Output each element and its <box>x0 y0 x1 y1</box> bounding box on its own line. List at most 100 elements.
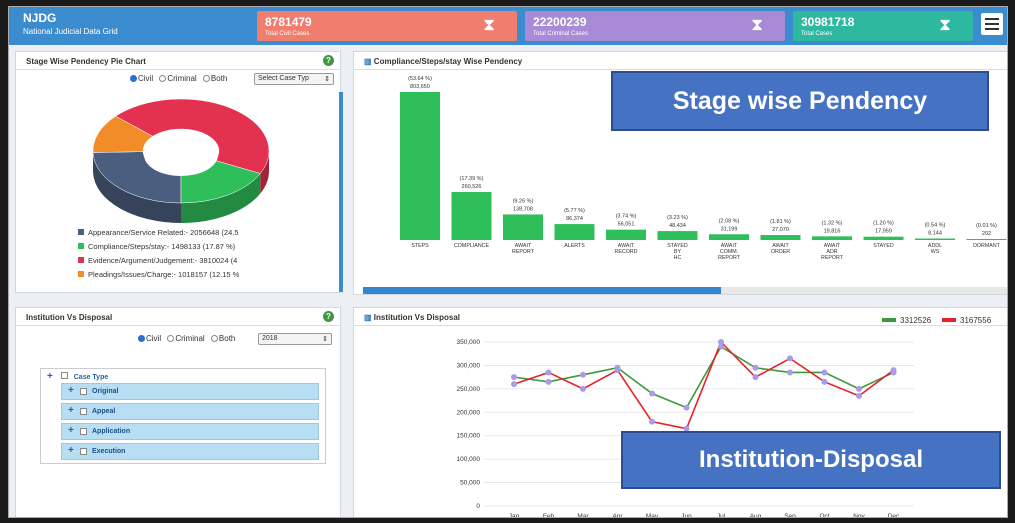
pie-legend-item[interactable]: Appearance/Service Related:- 2056648 (24… <box>78 228 239 237</box>
stat-total-cases[interactable]: 30981718 Total Cases ⧗ <box>793 11 973 41</box>
select-value: Select Case Typ <box>258 75 309 82</box>
tree-item-application[interactable]: + Application <box>61 423 319 440</box>
bar-value-label: 803,650 <box>410 84 430 90</box>
tree-item-original[interactable]: + Original <box>61 383 319 400</box>
brand-title: NJDG <box>23 11 57 25</box>
plus-icon[interactable]: + <box>68 425 74 436</box>
y-tick-label: 50,000 <box>460 480 480 487</box>
x-tick-label: Apr <box>612 513 623 518</box>
checkbox[interactable] <box>80 408 87 415</box>
institution-panel-title: Institution Vs Disposal <box>26 313 113 322</box>
x-tick-label: Feb <box>543 513 555 518</box>
plus-icon[interactable]: + <box>68 405 74 416</box>
bar-percent-label: (2.08 %) <box>719 218 740 224</box>
bar-category-label: ALERTS <box>564 243 585 249</box>
radio-civil[interactable]: Civil <box>130 74 153 83</box>
bar-category-label: ORDER <box>771 249 790 255</box>
institution-disposal-overlay: Institution-Disposal <box>621 431 1001 489</box>
stat-label: Total Cases <box>801 31 833 37</box>
tree-item-execution[interactable]: + Execution <box>61 443 319 460</box>
scroll-thumb[interactable] <box>363 287 721 294</box>
bar-percent-label: (3.74 %) <box>616 214 637 220</box>
bar-percent-label: (0.01 %) <box>976 223 997 229</box>
x-tick-label: Oct <box>819 513 829 518</box>
year-select[interactable]: 2018 ⇕ <box>258 333 332 345</box>
plus-icon[interactable]: + <box>68 445 74 456</box>
bar-value-label: 138,708 <box>513 206 533 212</box>
legend-label: 3167556 <box>960 316 992 325</box>
legend-swatch <box>78 229 84 235</box>
data-point <box>683 404 690 411</box>
y-tick-label: 150,000 <box>457 433 481 440</box>
pie-chart <box>92 98 270 223</box>
hourglass-icon: ⧗ <box>939 15 951 34</box>
menu-icon[interactable] <box>981 13 1003 35</box>
pie-panel-title: Stage Wise Pendency Pie Chart <box>26 57 146 66</box>
data-point <box>787 355 793 362</box>
pie-panel-header: Stage Wise Pendency Pie Chart ? <box>16 52 340 70</box>
data-point <box>580 371 586 378</box>
data-point <box>787 369 793 376</box>
bar-percent-label: (5.77 %) <box>564 208 585 214</box>
bar-percent-label: (9.26 %) <box>513 198 534 204</box>
bar-value-label: 17,959 <box>875 229 892 235</box>
bar-category-label: HC <box>674 255 682 261</box>
bar-value-label: 56,051 <box>618 222 635 228</box>
plus-icon[interactable]: + <box>68 385 74 396</box>
radio-criminal[interactable]: Criminal <box>159 74 197 83</box>
pie-legend-item[interactable]: Pleadings/Issues/Charge:- 1018157 (12.15… <box>78 270 239 279</box>
institution-filter-panel: Institution Vs Disposal ? Civil Criminal… <box>15 307 341 517</box>
brand[interactable]: NJDG National Judicial Data Grid <box>23 11 118 36</box>
help-icon[interactable]: ? <box>323 311 334 322</box>
select-value: 2018 <box>262 335 278 342</box>
radio-criminal[interactable]: Criminal <box>167 334 205 343</box>
bar <box>709 234 749 240</box>
bar <box>554 224 595 240</box>
x-tick-label: Jan <box>509 513 520 518</box>
bar-percent-label: (3.23 %) <box>667 215 688 221</box>
help-icon[interactable]: ? <box>323 55 334 66</box>
stage-wise-pendency-overlay: Stage wise Pendency <box>611 71 989 131</box>
horizontal-scrollbar[interactable] <box>363 287 1007 294</box>
case-type-tree: + Case Type + Original + Appeal + Applicati… <box>40 368 326 464</box>
bar-value-label: 86,374 <box>566 216 583 222</box>
data-point <box>856 385 862 392</box>
case-type-select[interactable]: Select Case Typ ⇕ <box>254 73 334 85</box>
radio-label: Criminal <box>167 74 197 83</box>
radio-both[interactable]: Both <box>202 74 227 83</box>
x-tick-label: Jun <box>681 513 692 518</box>
x-tick-label: Jul <box>717 513 726 518</box>
y-tick-label: 300,000 <box>457 362 481 369</box>
x-tick-label: Aug <box>750 513 762 518</box>
data-point <box>580 385 586 392</box>
bar-category-label: STEPS <box>411 243 429 249</box>
bar-value-label: 260,526 <box>462 184 482 190</box>
tree-root[interactable]: + Case Type <box>47 371 108 382</box>
scrollbar[interactable] <box>339 92 343 292</box>
bar-panel-title: Compliance/Steps/stay Wise Pendency <box>373 57 523 66</box>
stat-total-criminal[interactable]: 22200239 Total Criminal Cases ⧗ <box>525 11 785 41</box>
pie-legend-item[interactable]: Evidence/Argument/Judgement:- 3810024 (4 <box>78 256 237 265</box>
radio-label: Civil <box>138 74 154 83</box>
checkbox[interactable] <box>80 448 87 455</box>
y-tick-label: 350,000 <box>457 339 481 346</box>
tree-item-label: Application <box>92 428 131 435</box>
case-type-radios: Civil Criminal Both <box>138 334 239 343</box>
radio-civil[interactable]: Civil <box>138 334 161 343</box>
data-point <box>614 367 621 374</box>
bar-category-label: WS <box>931 249 940 255</box>
checkbox[interactable] <box>60 372 68 379</box>
pie-legend-item[interactable]: Compliance/Steps/stay:- 1498133 (17.87 %… <box>78 242 235 251</box>
data-point <box>752 374 759 381</box>
stat-total-civil[interactable]: 8781479 Total Civil Cases ⧗ <box>257 11 517 41</box>
bar-value-label: 48,434 <box>669 223 686 229</box>
data-point <box>821 378 828 385</box>
bar <box>503 214 543 240</box>
radio-both[interactable]: Both <box>210 334 235 343</box>
checkbox[interactable] <box>80 388 87 395</box>
plus-icon[interactable]: + <box>47 371 53 382</box>
data-point <box>649 418 655 425</box>
checkbox[interactable] <box>80 428 87 435</box>
x-tick-label: May <box>646 513 659 518</box>
tree-item-appeal[interactable]: + Appeal <box>61 403 319 420</box>
